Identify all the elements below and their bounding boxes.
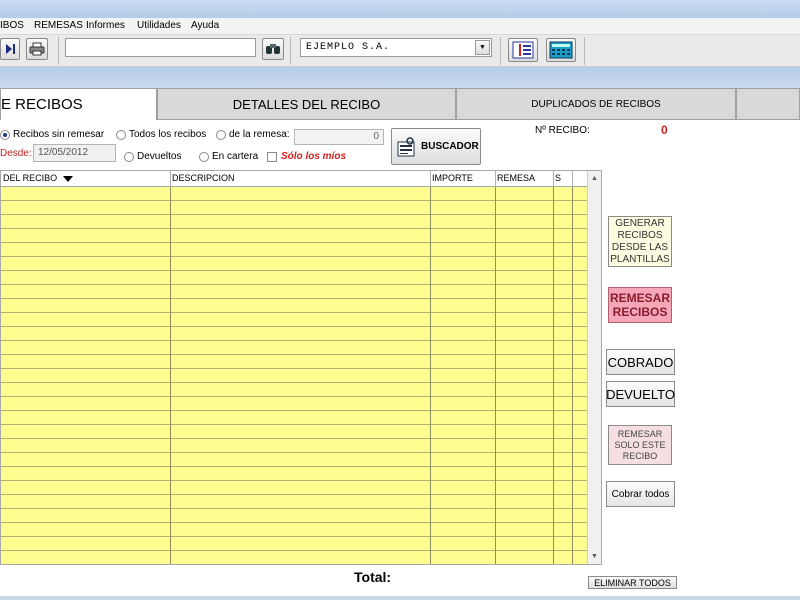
binoculars-button[interactable] <box>262 38 284 60</box>
radio-label: Todos los recibos <box>129 129 207 140</box>
radio-icon <box>124 151 134 162</box>
column-divider <box>495 171 496 187</box>
calculator-button[interactable] <box>546 38 576 62</box>
binoculars-icon <box>266 44 280 54</box>
column-divider <box>170 171 171 187</box>
radio-icon <box>216 129 226 140</box>
calculator-icon <box>549 41 573 59</box>
search-input[interactable] <box>65 38 256 57</box>
column-header-recibo[interactable]: DEL RECIBO <box>3 173 73 183</box>
header-band <box>0 67 800 88</box>
radio-icon <box>199 151 209 162</box>
radio-label: de la remesa: <box>229 129 290 140</box>
radio-de-la-remesa[interactable]: de la remesa: <box>216 129 290 140</box>
menu-informes[interactable]: Informes <box>86 20 125 31</box>
radio-sin-remesar[interactable]: Recibos sin remesar <box>0 129 104 140</box>
recibo-number-value: 0 <box>661 123 668 137</box>
checkbox-label: Sólo los míos <box>281 151 347 162</box>
column-header-descripcion[interactable]: DESCRIPCION <box>172 173 235 183</box>
menu-remesas[interactable]: REMESAS <box>34 20 83 31</box>
tab-label: DETALLES DEL RECIBO <box>232 96 381 112</box>
tab-extra[interactable] <box>736 88 800 120</box>
window-titlebar <box>0 0 800 18</box>
column-label: DEL RECIBO <box>3 173 58 183</box>
tab-label: DUPLICADOS DE RECIBOS <box>531 98 661 110</box>
printer-icon <box>29 42 45 56</box>
menu-ayuda[interactable]: Ayuda <box>191 20 219 31</box>
radio-label: En cartera <box>212 151 259 162</box>
desde-label: Desde: <box>0 148 32 159</box>
desde-date-input[interactable]: 12/05/2012 <box>33 144 116 162</box>
remesar-recibos-button[interactable]: REMESAR RECIBOS <box>608 287 672 323</box>
scroll-up-icon[interactable]: ▲ <box>588 172 601 185</box>
radio-label: Devueltos <box>137 151 182 162</box>
radio-devueltos[interactable]: Devueltos <box>124 151 181 162</box>
radio-todos[interactable]: Todos los recibos <box>116 129 206 140</box>
tab-label: E RECIBOS <box>1 96 83 113</box>
column-divider <box>430 171 431 187</box>
column-divider <box>572 171 573 187</box>
checkbox-solo-mios[interactable]: Sólo los míos <box>267 151 346 162</box>
generar-recibos-button[interactable]: GENERAR RECIBOS DESDE LAS PLANTILLAS <box>608 216 672 267</box>
remesar-solo-button[interactable]: REMESAR SOLO ESTE RECIBO <box>608 425 672 465</box>
recibos-grid[interactable]: DEL RECIBO DESCRIPCION IMPORTE REMESA S … <box>0 170 602 565</box>
tab-strip: E RECIBOS DETALLES DEL RECIBO DUPLICADOS… <box>0 88 800 120</box>
buscador-button[interactable]: BUSCADOR <box>391 128 481 165</box>
column-header-importe[interactable]: IMPORTE <box>432 173 473 183</box>
company-value: EJEMPLO S.A. <box>306 42 391 53</box>
cobrado-button[interactable]: COBRADO <box>606 349 675 375</box>
total-label: Total: <box>354 569 392 585</box>
recibo-number-label: Nº RECIBO: <box>535 125 590 136</box>
menu-bar: IBOS REMESAS Informes Utilidades Ayuda <box>0 18 800 35</box>
grid-rows[interactable] <box>1 187 587 564</box>
column-header-remesa[interactable]: REMESA <box>497 173 535 183</box>
sort-button[interactable] <box>508 38 538 62</box>
search-list-icon <box>397 136 415 156</box>
last-record-button[interactable] <box>0 38 20 60</box>
grid-header: DEL RECIBO DESCRIPCION IMPORTE REMESA S <box>1 171 587 187</box>
menu-utilidades[interactable]: Utilidades <box>137 20 181 31</box>
radio-icon <box>116 129 126 140</box>
menu-recibos[interactable]: IBOS <box>0 20 24 31</box>
toolbar-separator <box>500 37 501 65</box>
cobrar-todos-button[interactable]: Cobrar todos <box>606 481 675 507</box>
radio-selected-icon <box>0 129 10 140</box>
window-bottom-edge <box>0 596 800 600</box>
sort-desc-icon <box>62 175 73 182</box>
radio-en-cartera[interactable]: En cartera <box>199 151 258 162</box>
chevron-down-icon[interactable]: ▼ <box>475 40 490 55</box>
radio-label: Recibos sin remesar <box>13 129 105 140</box>
devuelto-button[interactable]: DEVUELTO <box>606 381 675 407</box>
company-select[interactable]: EJEMPLO S.A. ▼ <box>300 38 492 57</box>
column-header-s[interactable]: S <box>555 173 561 183</box>
sort-list-icon <box>512 41 534 59</box>
buscador-label: BUSCADOR <box>421 141 479 152</box>
grid-scrollbar[interactable]: ▲ ▼ <box>587 171 601 564</box>
print-button[interactable] <box>26 38 48 60</box>
toolbar-separator <box>58 37 59 65</box>
toolbar: EJEMPLO S.A. ▼ <box>0 35 800 67</box>
scroll-down-icon[interactable]: ▼ <box>588 550 601 563</box>
toolbar-separator <box>584 37 585 65</box>
skip-end-icon <box>6 44 15 54</box>
checkbox-icon <box>267 151 277 162</box>
tab-recibos[interactable]: E RECIBOS <box>0 88 157 120</box>
column-divider <box>553 171 554 187</box>
tab-detalles[interactable]: DETALLES DEL RECIBO <box>157 88 456 120</box>
remesa-input[interactable]: 0 <box>294 129 384 145</box>
toolbar-separator <box>290 37 291 65</box>
eliminar-todos-button[interactable]: ELIMINAR TODOS <box>588 576 677 589</box>
tab-duplicados[interactable]: DUPLICADOS DE RECIBOS <box>456 88 736 120</box>
